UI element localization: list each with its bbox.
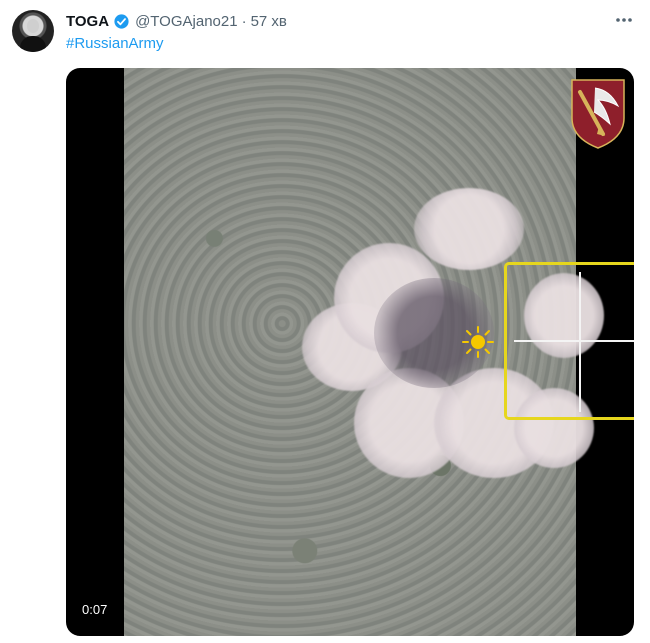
hashtag-link[interactable]: #RussianArmy [66, 35, 164, 52]
unit-insignia-icon [571, 79, 625, 149]
avatar-body [20, 36, 46, 52]
more-options-glyph [616, 18, 632, 22]
tweet-time[interactable]: 57 хв [251, 13, 287, 30]
avatar[interactable] [12, 10, 54, 52]
video-player[interactable]: 0:07 [66, 68, 634, 636]
author-handle[interactable]: @TOGAjano21 [135, 13, 238, 30]
video-duration: 0:07 [76, 600, 114, 619]
more-options-icon[interactable] [612, 10, 636, 30]
target-marker-icon [462, 326, 494, 358]
tweet-header: TOGA @TOGAjano21 · 57 хв [66, 10, 287, 32]
verified-badge-icon [114, 13, 129, 29]
avatar-face [27, 19, 39, 33]
author-name[interactable]: TOGA [66, 13, 109, 30]
smoke-cloud [414, 188, 524, 270]
meta-separator: · [241, 12, 247, 30]
crosshair-horizontal [514, 340, 634, 342]
crosshair-vertical [579, 272, 581, 412]
video-frame [124, 68, 634, 636]
